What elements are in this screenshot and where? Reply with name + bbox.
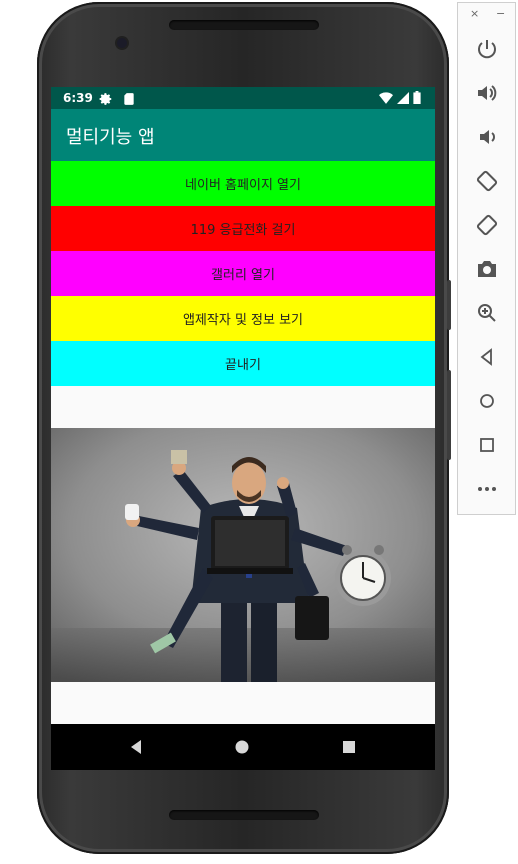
businessman-illustration (51, 428, 435, 682)
toolbar-window-controls: × − (458, 7, 517, 25)
app-info-button[interactable]: 앱제작자 및 정보 보기 (51, 296, 435, 341)
status-icons-left (99, 87, 135, 109)
businessman-image (51, 428, 435, 682)
minimize-icon[interactable]: − (496, 7, 505, 20)
sd-card-icon (124, 92, 134, 105)
status-time: 6:39 (63, 91, 93, 105)
back-icon[interactable] (475, 345, 499, 369)
open-naver-label: 네이버 홈페이지 열기 (185, 178, 301, 193)
rotate-right-icon[interactable] (475, 213, 499, 237)
call-119-label: 119 응급전화 걸기 (190, 223, 296, 238)
battery-icon (413, 91, 421, 104)
app-bar: 멀티기능 앱 (51, 109, 435, 161)
side-button-volume (447, 370, 451, 460)
recents-icon[interactable] (338, 736, 360, 758)
emulator-toolbar: × − (457, 2, 516, 515)
open-gallery-label: 갤러리 열기 (211, 268, 275, 283)
home-icon[interactable] (475, 389, 499, 413)
volume-up-icon[interactable] (475, 81, 499, 105)
power-icon[interactable] (475, 37, 499, 61)
close-icon[interactable]: × (470, 7, 479, 20)
phone-screen: 6:39 멀티기능 앱 네이버 홈페이지 열기 119 응급전화 걸기 갤러리 … (51, 87, 435, 770)
open-naver-button[interactable]: 네이버 홈페이지 열기 (51, 161, 435, 206)
app-info-label: 앱제작자 및 정보 보기 (182, 313, 304, 328)
exit-button[interactable]: 끝내기 (51, 341, 435, 386)
status-bar: 6:39 (51, 87, 435, 109)
exit-label: 끝내기 (225, 358, 261, 373)
app-title: 멀티기능 앱 (66, 127, 155, 148)
open-gallery-button[interactable]: 갤러리 열기 (51, 251, 435, 296)
bottom-speaker (169, 810, 319, 820)
status-icons-right (379, 91, 421, 104)
back-icon[interactable] (125, 736, 147, 758)
navigation-bar (51, 724, 435, 770)
call-119-button[interactable]: 119 응급전화 걸기 (51, 206, 435, 251)
signal-icon (397, 91, 409, 104)
side-button-power (447, 280, 451, 330)
more-icon[interactable] (475, 477, 499, 501)
camera-icon[interactable] (475, 257, 499, 281)
overview-icon[interactable] (475, 433, 499, 457)
zoom-icon[interactable] (475, 301, 499, 325)
front-camera (117, 38, 127, 48)
volume-down-icon[interactable] (475, 125, 499, 149)
home-icon[interactable] (231, 736, 253, 758)
top-speaker (169, 20, 319, 30)
rotate-left-icon[interactable] (475, 169, 499, 193)
gear-icon (99, 92, 112, 105)
wifi-icon (379, 91, 393, 104)
